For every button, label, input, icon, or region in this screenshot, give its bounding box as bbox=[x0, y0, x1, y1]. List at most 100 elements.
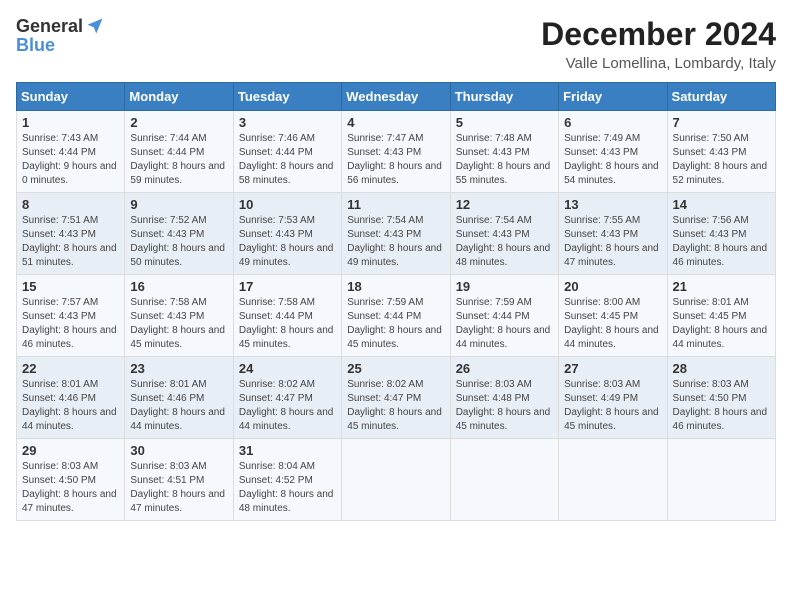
day-detail: Sunrise: 7:46 AMSunset: 4:44 PMDaylight:… bbox=[239, 133, 334, 186]
day-detail: Sunrise: 7:53 AMSunset: 4:43 PMDaylight:… bbox=[239, 215, 334, 268]
calendar-day-cell bbox=[559, 439, 667, 521]
day-number: 26 bbox=[456, 361, 553, 376]
month-title: December 2024 bbox=[541, 16, 776, 53]
day-detail: Sunrise: 8:03 AMSunset: 4:48 PMDaylight:… bbox=[456, 379, 551, 432]
day-number: 24 bbox=[239, 361, 336, 376]
logo-general-text: General bbox=[16, 17, 83, 35]
day-of-week-header: Thursday bbox=[450, 83, 558, 111]
calendar-week-row: 1 Sunrise: 7:43 AMSunset: 4:44 PMDayligh… bbox=[17, 111, 776, 193]
day-number: 25 bbox=[347, 361, 444, 376]
day-detail: Sunrise: 8:03 AMSunset: 4:50 PMDaylight:… bbox=[673, 379, 768, 432]
day-number: 4 bbox=[347, 115, 444, 130]
day-detail: Sunrise: 7:47 AMSunset: 4:43 PMDaylight:… bbox=[347, 133, 442, 186]
day-number: 9 bbox=[130, 197, 227, 212]
calendar-day-cell bbox=[450, 439, 558, 521]
day-detail: Sunrise: 8:03 AMSunset: 4:50 PMDaylight:… bbox=[22, 461, 117, 514]
day-number: 8 bbox=[22, 197, 119, 212]
day-detail: Sunrise: 8:01 AMSunset: 4:46 PMDaylight:… bbox=[130, 379, 225, 432]
day-of-week-header: Saturday bbox=[667, 83, 775, 111]
day-of-week-header: Sunday bbox=[17, 83, 125, 111]
calendar-day-cell: 14 Sunrise: 7:56 AMSunset: 4:43 PMDaylig… bbox=[667, 193, 775, 275]
day-number: 17 bbox=[239, 279, 336, 294]
calendar-day-cell: 2 Sunrise: 7:44 AMSunset: 4:44 PMDayligh… bbox=[125, 111, 233, 193]
day-number: 2 bbox=[130, 115, 227, 130]
day-of-week-header: Wednesday bbox=[342, 83, 450, 111]
day-detail: Sunrise: 7:49 AMSunset: 4:43 PMDaylight:… bbox=[564, 133, 659, 186]
day-detail: Sunrise: 8:00 AMSunset: 4:45 PMDaylight:… bbox=[564, 297, 659, 350]
calendar-day-cell: 11 Sunrise: 7:54 AMSunset: 4:43 PMDaylig… bbox=[342, 193, 450, 275]
day-number: 6 bbox=[564, 115, 661, 130]
calendar-day-cell: 3 Sunrise: 7:46 AMSunset: 4:44 PMDayligh… bbox=[233, 111, 341, 193]
day-of-week-header: Friday bbox=[559, 83, 667, 111]
calendar-week-row: 29 Sunrise: 8:03 AMSunset: 4:50 PMDaylig… bbox=[17, 439, 776, 521]
calendar-day-cell: 13 Sunrise: 7:55 AMSunset: 4:43 PMDaylig… bbox=[559, 193, 667, 275]
calendar-week-row: 8 Sunrise: 7:51 AMSunset: 4:43 PMDayligh… bbox=[17, 193, 776, 275]
calendar-day-cell: 29 Sunrise: 8:03 AMSunset: 4:50 PMDaylig… bbox=[17, 439, 125, 521]
calendar-day-cell: 17 Sunrise: 7:58 AMSunset: 4:44 PMDaylig… bbox=[233, 275, 341, 357]
day-detail: Sunrise: 8:01 AMSunset: 4:45 PMDaylight:… bbox=[673, 297, 768, 350]
logo-blue-text: Blue bbox=[16, 35, 55, 55]
day-number: 31 bbox=[239, 443, 336, 458]
calendar-day-cell: 4 Sunrise: 7:47 AMSunset: 4:43 PMDayligh… bbox=[342, 111, 450, 193]
day-detail: Sunrise: 7:43 AMSunset: 4:44 PMDaylight:… bbox=[22, 133, 117, 186]
day-number: 21 bbox=[673, 279, 770, 294]
calendar-day-cell: 9 Sunrise: 7:52 AMSunset: 4:43 PMDayligh… bbox=[125, 193, 233, 275]
day-detail: Sunrise: 7:54 AMSunset: 4:43 PMDaylight:… bbox=[347, 215, 442, 268]
calendar-day-cell: 12 Sunrise: 7:54 AMSunset: 4:43 PMDaylig… bbox=[450, 193, 558, 275]
calendar-header-row: SundayMondayTuesdayWednesdayThursdayFrid… bbox=[17, 83, 776, 111]
calendar-day-cell: 15 Sunrise: 7:57 AMSunset: 4:43 PMDaylig… bbox=[17, 275, 125, 357]
day-number: 30 bbox=[130, 443, 227, 458]
calendar-day-cell: 1 Sunrise: 7:43 AMSunset: 4:44 PMDayligh… bbox=[17, 111, 125, 193]
calendar-day-cell: 28 Sunrise: 8:03 AMSunset: 4:50 PMDaylig… bbox=[667, 357, 775, 439]
day-detail: Sunrise: 8:01 AMSunset: 4:46 PMDaylight:… bbox=[22, 379, 117, 432]
calendar-day-cell: 8 Sunrise: 7:51 AMSunset: 4:43 PMDayligh… bbox=[17, 193, 125, 275]
day-detail: Sunrise: 7:59 AMSunset: 4:44 PMDaylight:… bbox=[347, 297, 442, 350]
day-number: 27 bbox=[564, 361, 661, 376]
day-number: 1 bbox=[22, 115, 119, 130]
calendar-day-cell: 24 Sunrise: 8:02 AMSunset: 4:47 PMDaylig… bbox=[233, 357, 341, 439]
calendar-day-cell: 22 Sunrise: 8:01 AMSunset: 4:46 PMDaylig… bbox=[17, 357, 125, 439]
day-number: 22 bbox=[22, 361, 119, 376]
day-number: 28 bbox=[673, 361, 770, 376]
calendar-day-cell bbox=[667, 439, 775, 521]
calendar-week-row: 22 Sunrise: 8:01 AMSunset: 4:46 PMDaylig… bbox=[17, 357, 776, 439]
day-detail: Sunrise: 7:48 AMSunset: 4:43 PMDaylight:… bbox=[456, 133, 551, 186]
day-detail: Sunrise: 7:51 AMSunset: 4:43 PMDaylight:… bbox=[22, 215, 117, 268]
day-number: 5 bbox=[456, 115, 553, 130]
day-number: 18 bbox=[347, 279, 444, 294]
calendar-day-cell: 23 Sunrise: 8:01 AMSunset: 4:46 PMDaylig… bbox=[125, 357, 233, 439]
day-number: 12 bbox=[456, 197, 553, 212]
day-detail: Sunrise: 7:54 AMSunset: 4:43 PMDaylight:… bbox=[456, 215, 551, 268]
day-number: 10 bbox=[239, 197, 336, 212]
day-detail: Sunrise: 7:56 AMSunset: 4:43 PMDaylight:… bbox=[673, 215, 768, 268]
calendar-table: SundayMondayTuesdayWednesdayThursdayFrid… bbox=[16, 82, 776, 521]
day-detail: Sunrise: 8:02 AMSunset: 4:47 PMDaylight:… bbox=[347, 379, 442, 432]
day-number: 11 bbox=[347, 197, 444, 212]
calendar-day-cell: 26 Sunrise: 8:03 AMSunset: 4:48 PMDaylig… bbox=[450, 357, 558, 439]
calendar-day-cell bbox=[342, 439, 450, 521]
day-detail: Sunrise: 7:52 AMSunset: 4:43 PMDaylight:… bbox=[130, 215, 225, 268]
logo: General Blue bbox=[16, 16, 105, 56]
logo-bird-icon bbox=[85, 16, 105, 36]
calendar-day-cell: 18 Sunrise: 7:59 AMSunset: 4:44 PMDaylig… bbox=[342, 275, 450, 357]
calendar-day-cell: 7 Sunrise: 7:50 AMSunset: 4:43 PMDayligh… bbox=[667, 111, 775, 193]
day-number: 13 bbox=[564, 197, 661, 212]
day-detail: Sunrise: 7:58 AMSunset: 4:43 PMDaylight:… bbox=[130, 297, 225, 350]
day-detail: Sunrise: 7:55 AMSunset: 4:43 PMDaylight:… bbox=[564, 215, 659, 268]
page-header: General Blue December 2024 Valle Lomelli… bbox=[16, 16, 776, 72]
day-detail: Sunrise: 7:44 AMSunset: 4:44 PMDaylight:… bbox=[130, 133, 225, 186]
calendar-day-cell: 27 Sunrise: 8:03 AMSunset: 4:49 PMDaylig… bbox=[559, 357, 667, 439]
day-number: 3 bbox=[239, 115, 336, 130]
calendar-day-cell: 19 Sunrise: 7:59 AMSunset: 4:44 PMDaylig… bbox=[450, 275, 558, 357]
title-block: December 2024 Valle Lomellina, Lombardy,… bbox=[541, 16, 776, 72]
calendar-week-row: 15 Sunrise: 7:57 AMSunset: 4:43 PMDaylig… bbox=[17, 275, 776, 357]
day-detail: Sunrise: 8:04 AMSunset: 4:52 PMDaylight:… bbox=[239, 461, 334, 514]
calendar-day-cell: 5 Sunrise: 7:48 AMSunset: 4:43 PMDayligh… bbox=[450, 111, 558, 193]
calendar-day-cell: 16 Sunrise: 7:58 AMSunset: 4:43 PMDaylig… bbox=[125, 275, 233, 357]
day-detail: Sunrise: 8:03 AMSunset: 4:51 PMDaylight:… bbox=[130, 461, 225, 514]
calendar-day-cell: 10 Sunrise: 7:53 AMSunset: 4:43 PMDaylig… bbox=[233, 193, 341, 275]
day-number: 20 bbox=[564, 279, 661, 294]
day-number: 19 bbox=[456, 279, 553, 294]
calendar-day-cell: 20 Sunrise: 8:00 AMSunset: 4:45 PMDaylig… bbox=[559, 275, 667, 357]
calendar-day-cell: 6 Sunrise: 7:49 AMSunset: 4:43 PMDayligh… bbox=[559, 111, 667, 193]
